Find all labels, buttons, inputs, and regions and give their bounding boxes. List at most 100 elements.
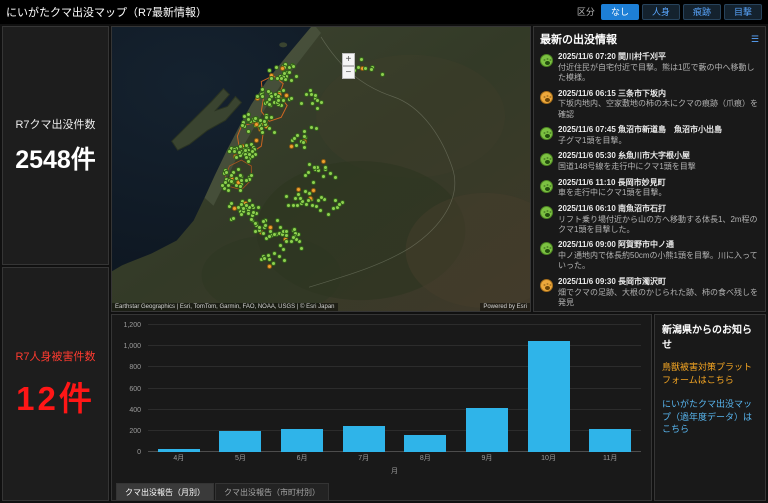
bear-marker[interactable] — [275, 218, 280, 223]
bear-marker[interactable] — [296, 187, 301, 192]
bear-marker[interactable] — [369, 67, 374, 72]
bear-marker[interactable] — [314, 126, 319, 131]
bear-marker[interactable] — [227, 149, 232, 154]
bear-marker[interactable] — [293, 196, 298, 201]
alert-item[interactable]: 2025/11/6 09:30 長岡市濁沢町畑でクマの足跡、大根のかじられた跡、… — [539, 275, 762, 311]
bear-marker[interactable] — [291, 64, 296, 69]
bear-marker[interactable] — [292, 136, 297, 141]
bear-marker[interactable] — [333, 175, 338, 180]
alert-item[interactable]: 2025/11/6 09:00 阿賀野市中ノ通中ノ通地内で体長約50cmの小熊1… — [539, 238, 762, 275]
bear-marker[interactable] — [315, 98, 320, 103]
bear-marker[interactable] — [240, 123, 245, 128]
bar-4月[interactable] — [158, 449, 200, 452]
bear-marker[interactable] — [274, 65, 279, 70]
bear-marker[interactable] — [304, 92, 309, 97]
bear-marker[interactable] — [281, 98, 286, 103]
bar-11月[interactable] — [589, 429, 631, 452]
bear-marker[interactable] — [279, 76, 284, 81]
notice-link-2[interactable]: にいがたクマ出没マップ（過年度データ）はこちら — [662, 398, 758, 436]
bear-marker[interactable] — [328, 171, 333, 176]
bar-7月[interactable] — [343, 426, 385, 452]
bear-marker[interactable] — [259, 126, 264, 131]
bear-marker[interactable] — [268, 225, 273, 230]
bear-marker[interactable] — [254, 122, 259, 127]
bear-marker[interactable] — [337, 202, 342, 207]
bear-marker[interactable] — [263, 223, 268, 228]
notice-link-1[interactable]: 鳥獣被害対策プラットフォームはこちら — [662, 361, 758, 386]
bear-marker[interactable] — [247, 198, 252, 203]
bear-marker[interactable] — [302, 129, 307, 134]
bear-marker[interactable] — [232, 206, 237, 211]
filter-button-なし[interactable]: なし — [601, 4, 639, 21]
bear-marker[interactable] — [303, 173, 308, 178]
bear-marker[interactable] — [246, 129, 251, 134]
bear-marker[interactable] — [299, 101, 304, 106]
list-menu-icon[interactable]: ☰ — [751, 34, 759, 45]
bear-marker[interactable] — [229, 173, 234, 178]
bear-marker[interactable] — [311, 180, 316, 185]
bar-5月[interactable] — [219, 431, 261, 452]
bear-marker[interactable] — [267, 68, 272, 73]
bar-6月[interactable] — [281, 429, 323, 452]
bear-marker[interactable] — [271, 261, 276, 266]
bear-marker[interactable] — [314, 204, 319, 209]
bear-marker[interactable] — [359, 57, 364, 62]
alert-item[interactable]: 2025/11/6 07:20 関川村千刈平付近住民が自宅付近で目撃。熊は1匹で… — [539, 50, 762, 87]
filter-button-目撃[interactable]: 目撃 — [724, 4, 762, 21]
bear-marker[interactable] — [244, 178, 249, 183]
bear-marker[interactable] — [238, 188, 243, 193]
filter-button-痕跡[interactable]: 痕跡 — [683, 4, 721, 21]
bear-marker[interactable] — [287, 70, 292, 75]
bear-marker[interactable] — [266, 89, 271, 94]
bear-marker[interactable] — [239, 212, 244, 217]
bear-marker[interactable] — [229, 179, 234, 184]
bear-marker[interactable] — [254, 138, 259, 143]
bear-marker[interactable] — [232, 149, 237, 154]
bear-marker[interactable] — [315, 106, 320, 111]
bear-marker[interactable] — [299, 246, 304, 251]
map[interactable]: + − Earthstar Geographics | Esri, TomTom… — [111, 26, 531, 312]
bear-marker[interactable] — [231, 216, 236, 221]
bear-marker[interactable] — [313, 93, 318, 98]
bear-marker[interactable] — [301, 140, 306, 145]
bear-marker[interactable] — [302, 145, 307, 150]
bear-marker[interactable] — [278, 243, 283, 248]
bear-marker[interactable] — [282, 258, 287, 263]
bear-marker[interactable] — [239, 178, 244, 183]
tab-by-municipality[interactable]: クマ出没報告（市町村別） — [215, 483, 329, 500]
bear-marker[interactable] — [289, 96, 294, 101]
bear-marker[interactable] — [253, 116, 258, 121]
bear-marker[interactable] — [249, 217, 254, 222]
zoom-in-button[interactable]: + — [342, 53, 355, 66]
bear-marker[interactable] — [318, 208, 323, 213]
bear-marker[interactable] — [272, 130, 277, 135]
bear-marker[interactable] — [380, 72, 385, 77]
alert-item[interactable]: 2025/11/6 06:15 三条市下坂内下坂内地内、空家敷地の柿の木にクマの… — [539, 87, 762, 124]
bear-marker[interactable] — [294, 143, 299, 148]
bear-marker[interactable] — [269, 76, 274, 81]
tab-monthly[interactable]: クマ出没報告（月別） — [116, 483, 214, 500]
bear-marker[interactable] — [256, 205, 261, 210]
bar-10月[interactable] — [528, 341, 570, 452]
alert-item[interactable]: 2025/11/6 06:10 南魚沼市石打リフト乗り場付近から山の方へ移動する… — [539, 202, 762, 239]
bear-marker[interactable] — [249, 173, 254, 178]
bear-marker[interactable] — [260, 94, 265, 99]
bear-marker[interactable] — [326, 212, 331, 217]
bear-marker[interactable] — [363, 66, 368, 71]
bear-marker[interactable] — [284, 239, 289, 244]
bear-marker[interactable] — [321, 159, 326, 164]
bear-marker[interactable] — [294, 74, 299, 79]
bear-marker[interactable] — [319, 100, 324, 105]
bear-marker[interactable] — [238, 184, 243, 189]
bear-marker[interactable] — [226, 188, 231, 193]
bear-marker[interactable] — [291, 203, 296, 208]
bear-marker[interactable] — [264, 115, 269, 120]
bear-marker[interactable] — [284, 194, 289, 199]
bear-marker[interactable] — [267, 126, 272, 131]
bear-marker[interactable] — [286, 203, 291, 208]
bear-marker[interactable] — [280, 66, 285, 71]
bar-8月[interactable] — [404, 435, 446, 452]
bear-marker[interactable] — [236, 167, 241, 172]
bear-marker[interactable] — [310, 101, 315, 106]
bear-marker[interactable] — [321, 174, 326, 179]
